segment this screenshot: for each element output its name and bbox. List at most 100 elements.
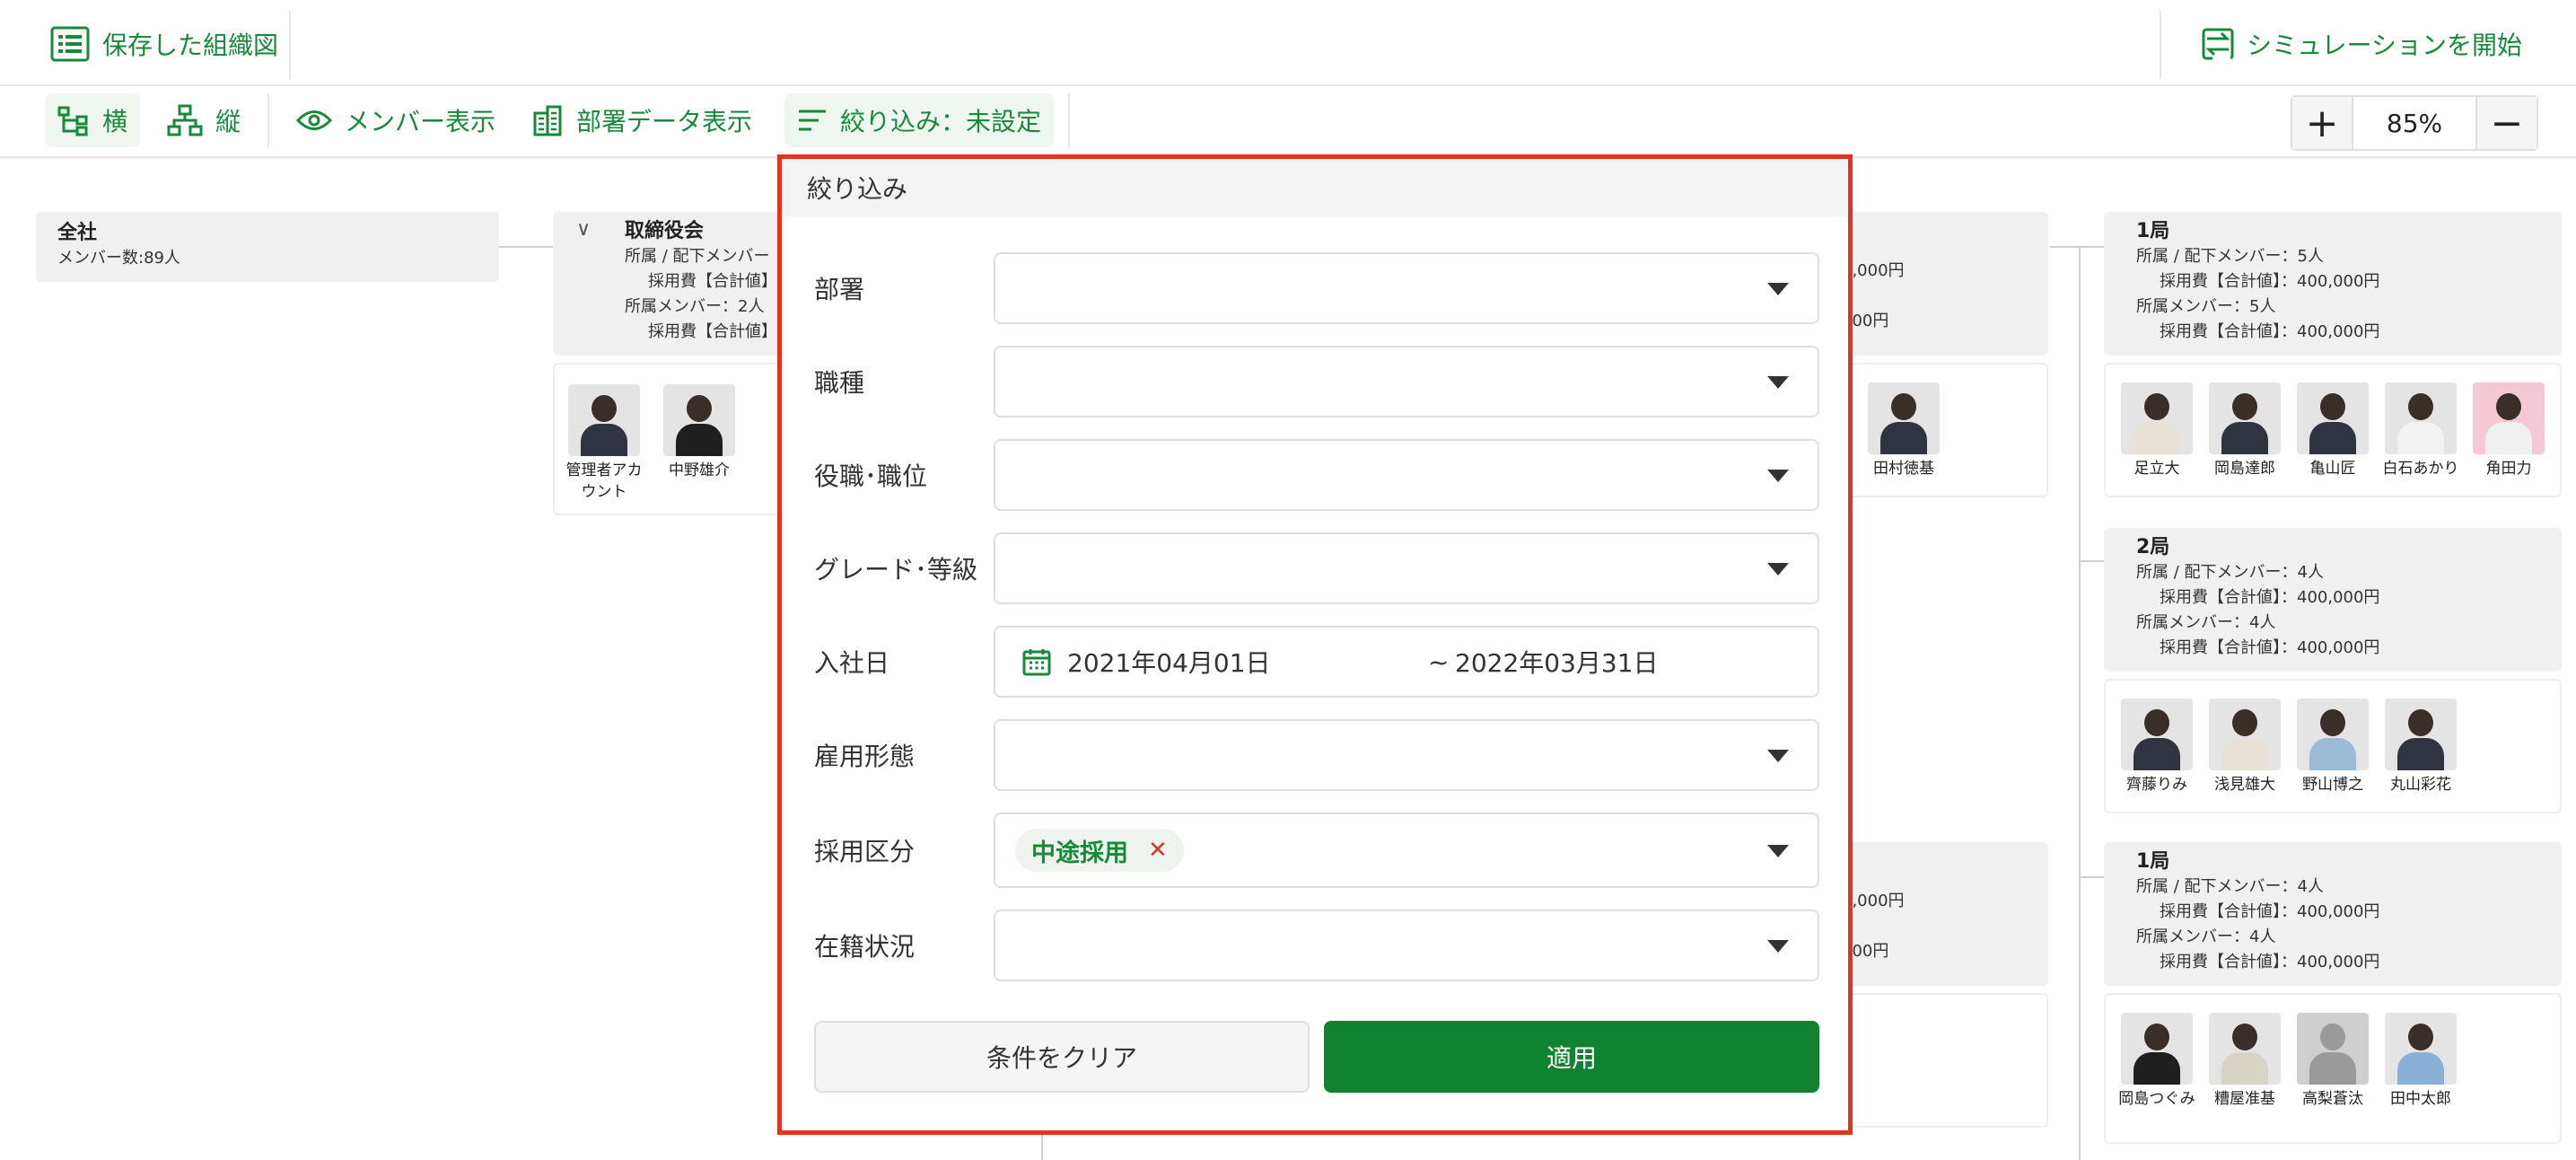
- member-card[interactable]: 中野雄介: [661, 384, 738, 481]
- divider: [267, 93, 269, 147]
- filter-lines-icon: [799, 110, 826, 131]
- node-line: 採用費【合計値】：400,000円: [2160, 902, 2380, 921]
- top-bar: 保存した組織図 シミュレーションを開始: [0, 0, 2576, 86]
- clear-conditions-button[interactable]: 条件をクリア: [814, 1021, 1310, 1093]
- member-name: 中野雄介: [669, 461, 730, 479]
- filter-button[interactable]: 絞り込み：未設定: [784, 93, 1055, 147]
- org-node-bureau[interactable]: 2局 所属 / 配下メンバー：4人 採用費【合計値】：400,000円 所属メン…: [2104, 528, 2562, 672]
- position-select[interactable]: [994, 439, 1819, 511]
- selected-chip: 中途採用 ✕: [1015, 829, 1184, 872]
- connector-line: [2079, 246, 2081, 1160]
- avatar: [2385, 1013, 2457, 1085]
- org-node-root[interactable]: 全社 メンバー数:89人: [36, 212, 499, 282]
- department-select[interactable]: [994, 252, 1819, 324]
- horizontal-label: 横: [102, 107, 128, 136]
- member-card[interactable]: 浅見雄大: [2206, 699, 2283, 795]
- member-card[interactable]: 糟屋准基: [2206, 1013, 2283, 1110]
- zoom-out-button[interactable]: −: [2477, 97, 2537, 149]
- zoom-in-button[interactable]: +: [2292, 97, 2352, 149]
- start-simulation-button[interactable]: シミュレーションを開始: [2200, 20, 2522, 68]
- vertical-layout-button[interactable]: 縦: [154, 93, 253, 147]
- saved-org-chart-button[interactable]: 保存した組織図: [50, 20, 278, 68]
- avatar: [2297, 382, 2369, 454]
- org-node-board[interactable]: ∨ 取締役会 所属 / 配下メンバー 採用費【合計値】 所属メンバー：2人 採用…: [553, 212, 786, 356]
- status-select[interactable]: [994, 910, 1819, 981]
- org-node-bureau[interactable]: 1局 所属 / 配下メンバー：5人 採用費【合計値】：400,000円 所属メン…: [2104, 212, 2562, 356]
- member-card[interactable]: 田中太郎: [2382, 1013, 2459, 1110]
- member-box: 岡島つぐみ 糟屋准基 高梨蒼汰 田中太郎: [2104, 993, 2562, 1144]
- join-date-from[interactable]: 2021年04月01日: [1067, 628, 1271, 696]
- employment-type-select[interactable]: [994, 719, 1819, 791]
- connector-line: [2079, 876, 2104, 878]
- member-display-button[interactable]: メンバー表示: [284, 93, 508, 147]
- hiring-category-select[interactable]: 中途採用 ✕: [994, 813, 1819, 888]
- dept-data-display-button[interactable]: 部署データ表示: [519, 93, 765, 147]
- field-label: 部署: [814, 275, 865, 304]
- node-line: 所属 / 配下メンバー：5人: [2136, 247, 2324, 266]
- join-date-to[interactable]: 2022年03月31日: [1455, 628, 1659, 696]
- filter-row-hiring-category: 採用区分 中途採用 ✕: [814, 813, 1819, 888]
- minus-icon: −: [2490, 100, 2524, 146]
- member-name: 角田力: [2485, 460, 2532, 478]
- field-label: 在籍状況: [814, 932, 916, 962]
- member-card[interactable]: 亀山匠: [2294, 382, 2371, 479]
- node-line: 採用費【合計値】: [648, 322, 777, 341]
- member-display-label: メンバー表示: [345, 107, 496, 136]
- remove-chip-icon[interactable]: ✕: [1148, 837, 1168, 864]
- field-label: 役職･職位: [814, 461, 928, 491]
- zoom-control: + 85% −: [2291, 95, 2538, 151]
- org-node-middle[interactable]: 0,000円 000円: [1822, 842, 2048, 986]
- caret-down-icon: [1767, 845, 1789, 857]
- avatar: [2297, 699, 2369, 770]
- avatar: [2121, 382, 2193, 454]
- member-name: 亀山匠: [2309, 460, 2356, 478]
- avatar: [2385, 382, 2457, 454]
- apply-button[interactable]: 適用: [1324, 1021, 1819, 1093]
- grade-select[interactable]: [994, 532, 1819, 604]
- node-line: 0,000円: [1842, 261, 1905, 280]
- filter-row-join-date: 入社日 2021年04月01日 ~ 2022年03月31日: [814, 626, 1819, 698]
- member-card[interactable]: 管理者アカウント: [565, 384, 643, 503]
- field-label: 職種: [814, 368, 865, 398]
- saved-org-chart-label: 保存した組織図: [102, 31, 279, 60]
- connector-line: [499, 246, 553, 248]
- filter-label: 絞り込み：未設定: [840, 107, 1042, 136]
- member-card[interactable]: 角田力: [2470, 382, 2547, 479]
- list-icon: [50, 26, 90, 62]
- member-card[interactable]: 岡島つぐみ: [2118, 1013, 2195, 1110]
- org-node-middle[interactable]: 0,000円 000円: [1822, 212, 2048, 356]
- member-card[interactable]: 野山博之: [2294, 699, 2371, 795]
- member-card[interactable]: 丸山彩花: [2382, 699, 2459, 795]
- horizontal-tree-icon: [57, 106, 88, 136]
- org-node-bureau[interactable]: 1局 所属 / 配下メンバー：4人 採用費【合計値】：400,000円 所属メン…: [2104, 842, 2562, 986]
- member-card[interactable]: 岡島達郎: [2206, 382, 2283, 479]
- member-card[interactable]: 高梨蒼汰: [2294, 1013, 2371, 1110]
- member-name: 田村徳基: [1873, 460, 1934, 478]
- join-date-range-input[interactable]: 2021年04月01日 ~ 2022年03月31日: [994, 626, 1819, 698]
- building-icon: [533, 105, 562, 136]
- member-name: 糟屋准基: [2214, 1090, 2275, 1108]
- member-name: 丸山彩花: [2390, 776, 2451, 794]
- job-type-select[interactable]: [994, 346, 1819, 417]
- dept-data-display-label: 部署データ表示: [576, 107, 753, 136]
- member-card[interactable]: 足立大: [2118, 382, 2195, 479]
- member-card[interactable]: 白石あかり: [2382, 382, 2459, 479]
- member-card[interactable]: 田村徳基: [1865, 382, 1942, 479]
- member-name: 齊藤りみ: [2126, 776, 2187, 794]
- field-label: 雇用形態: [814, 742, 916, 771]
- field-label: グレード･等級: [814, 555, 978, 584]
- avatar: [2209, 1013, 2281, 1085]
- horizontal-layout-button[interactable]: 横: [45, 93, 141, 147]
- avatar: [2473, 382, 2545, 454]
- filter-modal: 絞り込み 部署 職種 役職･職位 グレード･等級 入社日 2021年04月01日…: [777, 154, 1853, 1135]
- member-name: 管理者アカウント: [565, 461, 643, 501]
- chip-label: 中途採用: [1031, 839, 1128, 867]
- filter-row-position: 役職･職位: [814, 439, 1819, 511]
- member-card[interactable]: 齊藤りみ: [2118, 699, 2195, 795]
- eye-icon: [296, 110, 332, 130]
- chevron-down-icon[interactable]: ∨: [576, 217, 591, 242]
- caret-down-icon: [1767, 470, 1789, 482]
- modal-title: 絞り込み: [782, 159, 1848, 216]
- member-name: 足立大: [2134, 460, 2180, 478]
- member-name: 白石あかり: [2382, 460, 2459, 478]
